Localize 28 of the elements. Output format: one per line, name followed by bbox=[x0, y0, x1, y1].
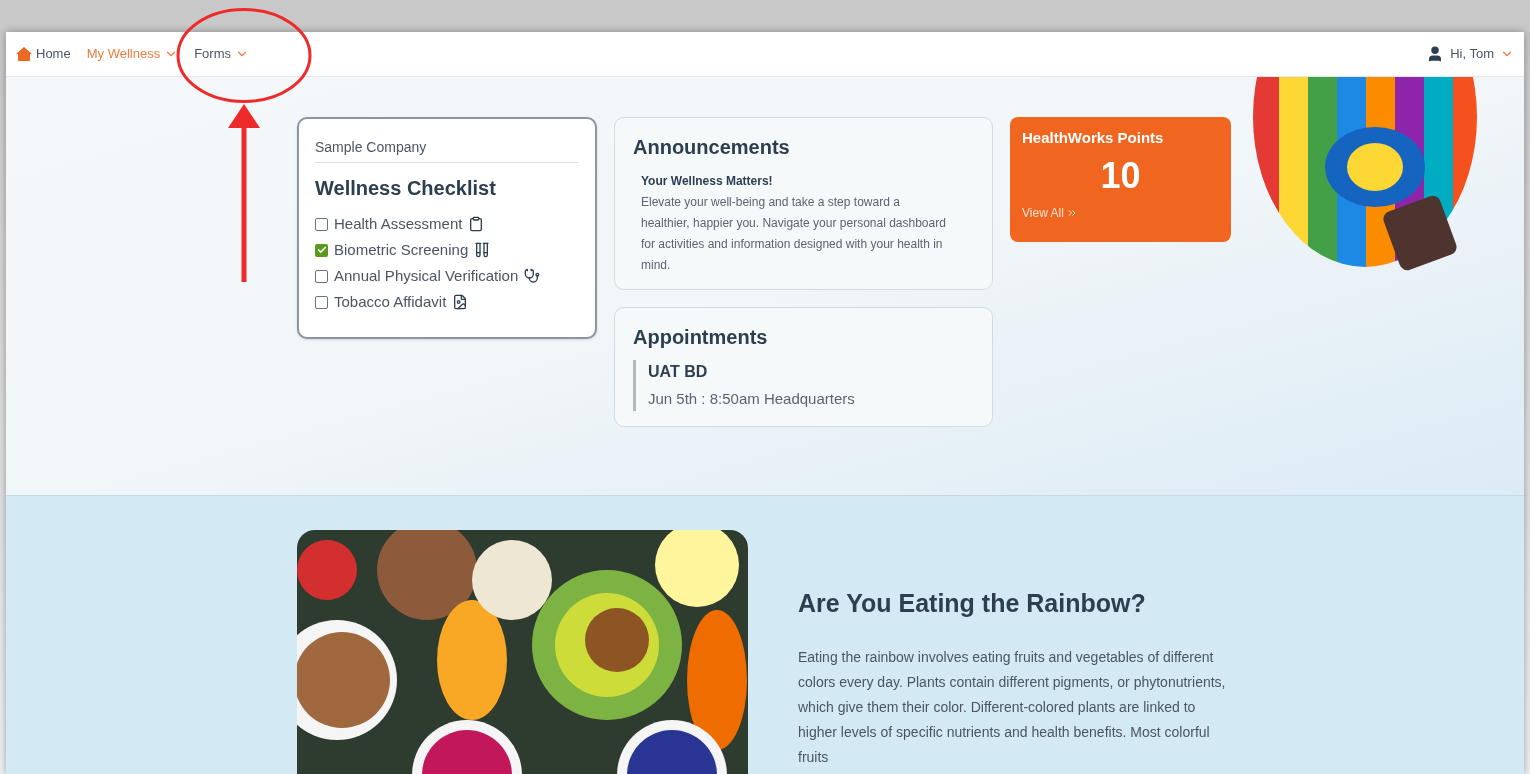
checklist-label: Health Assessment bbox=[334, 213, 463, 234]
appointment-detail: Jun 5th : 8:50am Headquarters bbox=[648, 389, 856, 409]
card-title: Appointments bbox=[633, 325, 769, 350]
feature-text: Eating the rainbow involves eating fruits and vegetables of different colors every day. Plants contain different pigments, or phytonutrients, which give them their color. Different-colored plants are linked to higher levels of specific nutrients and health benefits. Most colorful fruits bbox=[798, 647, 1227, 767]
home-icon bbox=[16, 47, 32, 61]
checklist-label: Tobacco Affidavit bbox=[334, 291, 447, 312]
card-title: Announcements bbox=[633, 135, 791, 160]
points-value: 10 bbox=[1099, 157, 1142, 194]
checkbox[interactable] bbox=[315, 243, 328, 257]
announcement-text: Elevate your well-being and take a step toward a healthier, happier you. Navigate your personal dashboard for activities and information designed with your health in mind. bbox=[641, 194, 946, 274]
nav-link[interactable]: Home bbox=[16, 44, 71, 64]
user-menu[interactable]: Hi, Tom bbox=[1426, 44, 1514, 64]
card-title: Wellness Checklist bbox=[315, 176, 497, 201]
checkbox[interactable] bbox=[315, 295, 328, 309]
checklist-label: Biometric Screening bbox=[334, 239, 469, 260]
feature-title: Are You Eating the Rainbow? bbox=[798, 588, 1147, 619]
nav-link[interactable]: Forms bbox=[194, 44, 249, 64]
checkbox[interactable] bbox=[315, 217, 328, 231]
clipboard-icon bbox=[468, 216, 485, 232]
company-name: Sample Company bbox=[315, 137, 579, 163]
stethoscope-icon bbox=[524, 268, 541, 284]
checkbox[interactable] bbox=[315, 269, 328, 283]
appointment-name: UAT BD bbox=[648, 362, 709, 382]
checklist-label: Annual Physical Verification bbox=[334, 265, 519, 286]
test-tubes-icon bbox=[474, 242, 491, 258]
card-title: HealthWorks Points bbox=[1022, 128, 1165, 148]
announcement-headline: Your Wellness Matters! bbox=[641, 173, 774, 190]
document-icon bbox=[452, 294, 469, 310]
